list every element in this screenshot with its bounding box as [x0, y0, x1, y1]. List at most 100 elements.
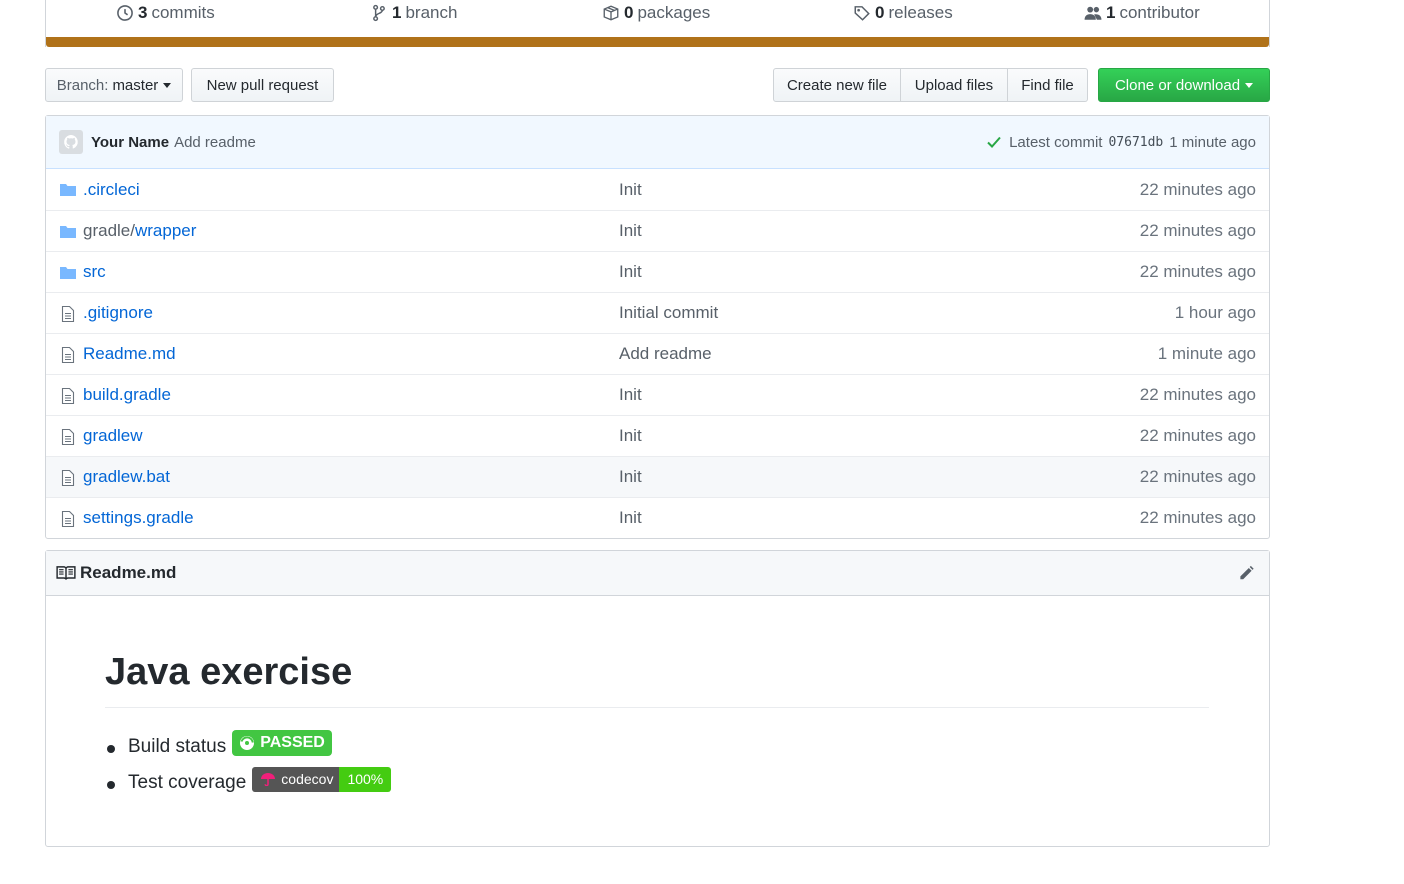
pencil-icon[interactable]	[1236, 564, 1256, 582]
readme-filename: Readme.md	[80, 563, 177, 582]
readme-divider	[105, 707, 1209, 708]
file-path-prefix: gradle/	[83, 221, 135, 240]
list-item: Build status PASSED	[106, 729, 391, 765]
releases-count: 0	[875, 3, 885, 22]
commit-message[interactable]: Add readme	[174, 134, 256, 151]
new-pull-request-button[interactable]: New pull request	[191, 68, 334, 102]
file-name-link[interactable]: .gitignore	[83, 303, 153, 323]
chevron-down-icon	[163, 82, 172, 88]
file-icon	[59, 428, 77, 446]
table-row: .gitignore Initial commit 1 hour ago	[46, 292, 1269, 333]
packages-label: packages	[637, 3, 711, 22]
history-icon	[117, 5, 133, 21]
avatar[interactable]	[59, 130, 83, 154]
file-commit-message[interactable]: Add readme	[619, 344, 712, 364]
file-navigation: Your Name Add readme Latest commit 07671…	[45, 115, 1270, 539]
releases-stat[interactable]: 0 releases	[853, 3, 953, 23]
table-row: Readme.md Add readme 1 minute ago	[46, 333, 1269, 374]
file-commit-message[interactable]: Init	[619, 385, 642, 405]
contributor-label: contributor	[1119, 3, 1200, 22]
test-coverage-label: Test coverage	[128, 772, 247, 793]
upload-files-button[interactable]: Upload files	[901, 68, 1008, 102]
coverage-badge-value: 100%	[339, 766, 392, 792]
file-commit-age: 22 minutes ago	[1139, 385, 1256, 404]
file-commit-age: 22 minutes ago	[1139, 262, 1256, 281]
file-name: gradlew	[83, 426, 143, 445]
build-badge-text: PASSED	[260, 734, 325, 751]
file-commit-message[interactable]: Init	[619, 426, 642, 446]
file-name-link[interactable]: gradlew	[83, 426, 143, 446]
commits-stat[interactable]: 3 commits	[116, 3, 215, 23]
table-row: gradle/wrapper Init 22 minutes ago	[46, 210, 1269, 251]
clone-or-download-button[interactable]: Clone or download	[1098, 68, 1270, 102]
github-mark-icon	[64, 135, 78, 149]
readme-title: Java exercise	[105, 651, 353, 693]
file-commit-age: 22 minutes ago	[1139, 426, 1256, 445]
file-name-link[interactable]: .circleci	[83, 180, 140, 200]
build-status-label: Build status	[128, 736, 227, 757]
readme-panel: Readme.md Java exercise Build status PAS…	[45, 550, 1270, 847]
commit-age: 1 minute ago	[1169, 133, 1256, 151]
branch-select-button[interactable]: Branch: master	[45, 68, 183, 102]
file-name-link[interactable]: gradlew.bat	[83, 467, 170, 487]
coverage-badge[interactable]: codecov 100%	[252, 766, 392, 792]
file-commit-message[interactable]: Initial commit	[619, 303, 718, 323]
people-icon	[1084, 6, 1102, 20]
contributors-stat[interactable]: 1 contributor	[1084, 3, 1200, 23]
file-commit-message[interactable]: Init	[619, 467, 642, 487]
file-name-link[interactable]: Readme.md	[83, 344, 176, 364]
file-commit-age: 22 minutes ago	[1139, 467, 1256, 486]
table-row: .circleci Init 22 minutes ago	[46, 169, 1269, 210]
file-name: build.gradle	[83, 385, 171, 404]
file-commit-age: 22 minutes ago	[1139, 508, 1256, 527]
file-name: gradlew.bat	[83, 467, 170, 486]
file-name-link[interactable]: src	[83, 262, 106, 282]
latest-commit-bar: Your Name Add readme Latest commit 07671…	[46, 116, 1269, 169]
file-commit-message[interactable]: Init	[619, 180, 642, 200]
clone-label: Clone or download	[1114, 76, 1241, 94]
latest-commit-label: Latest commit	[1009, 133, 1103, 151]
commit-sha[interactable]: 07671db	[1108, 135, 1163, 150]
file-name: src	[83, 262, 106, 281]
create-new-file-button[interactable]: Create new file	[773, 68, 901, 102]
file-icon	[59, 346, 77, 364]
file-icon	[59, 305, 77, 323]
circleci-icon	[240, 736, 255, 750]
file-commit-age: 1 hour ago	[1174, 303, 1256, 322]
table-row: settings.gradle Init 22 minutes ago	[46, 497, 1269, 538]
find-file-button[interactable]: Find file	[1008, 68, 1088, 102]
file-commit-message[interactable]: Init	[619, 262, 642, 282]
branch-select-prefix: Branch:	[56, 76, 109, 94]
file-commit-message[interactable]: Init	[619, 221, 642, 241]
readme-header: Readme.md	[46, 551, 1269, 596]
chevron-down-icon	[1245, 82, 1254, 88]
codecov-umbrella-icon	[261, 773, 276, 786]
file-name: .gitignore	[83, 303, 153, 322]
file-name-link[interactable]: settings.gradle	[83, 508, 194, 528]
coverage-badge-label: codecov	[281, 771, 334, 787]
file-list: .circleci Init 22 minutes ago gradle/wrappe…	[46, 169, 1269, 538]
file-commit-age: 22 minutes ago	[1139, 179, 1256, 199]
check-icon	[987, 136, 1001, 148]
table-row: gradlew Init 22 minutes ago	[46, 415, 1269, 456]
file-commit-message[interactable]: Init	[619, 508, 642, 528]
folder-icon	[59, 223, 77, 241]
commit-author[interactable]: Your Name	[91, 134, 169, 151]
file-name-link[interactable]: build.gradle	[83, 385, 171, 405]
releases-label: releases	[888, 3, 953, 22]
file-name-link[interactable]: gradle/wrapper	[83, 221, 196, 241]
file-icon	[59, 387, 77, 405]
commits-label: commits	[151, 3, 215, 22]
build-status-badge[interactable]: PASSED	[232, 730, 332, 756]
branch-icon	[373, 4, 385, 22]
table-row: src Init 22 minutes ago	[46, 251, 1269, 292]
language-bar	[46, 37, 1269, 47]
table-row: build.gradle Init 22 minutes ago	[46, 374, 1269, 415]
branch-stat[interactable]: 1 branch	[370, 3, 457, 23]
file-name: Readme.md	[83, 344, 176, 363]
file-name: settings.gradle	[83, 508, 194, 527]
branch-label: branch	[405, 3, 458, 22]
book-icon	[56, 566, 76, 580]
packages-stat[interactable]: 0 packages	[602, 3, 710, 23]
contributor-count: 1	[1106, 3, 1116, 22]
